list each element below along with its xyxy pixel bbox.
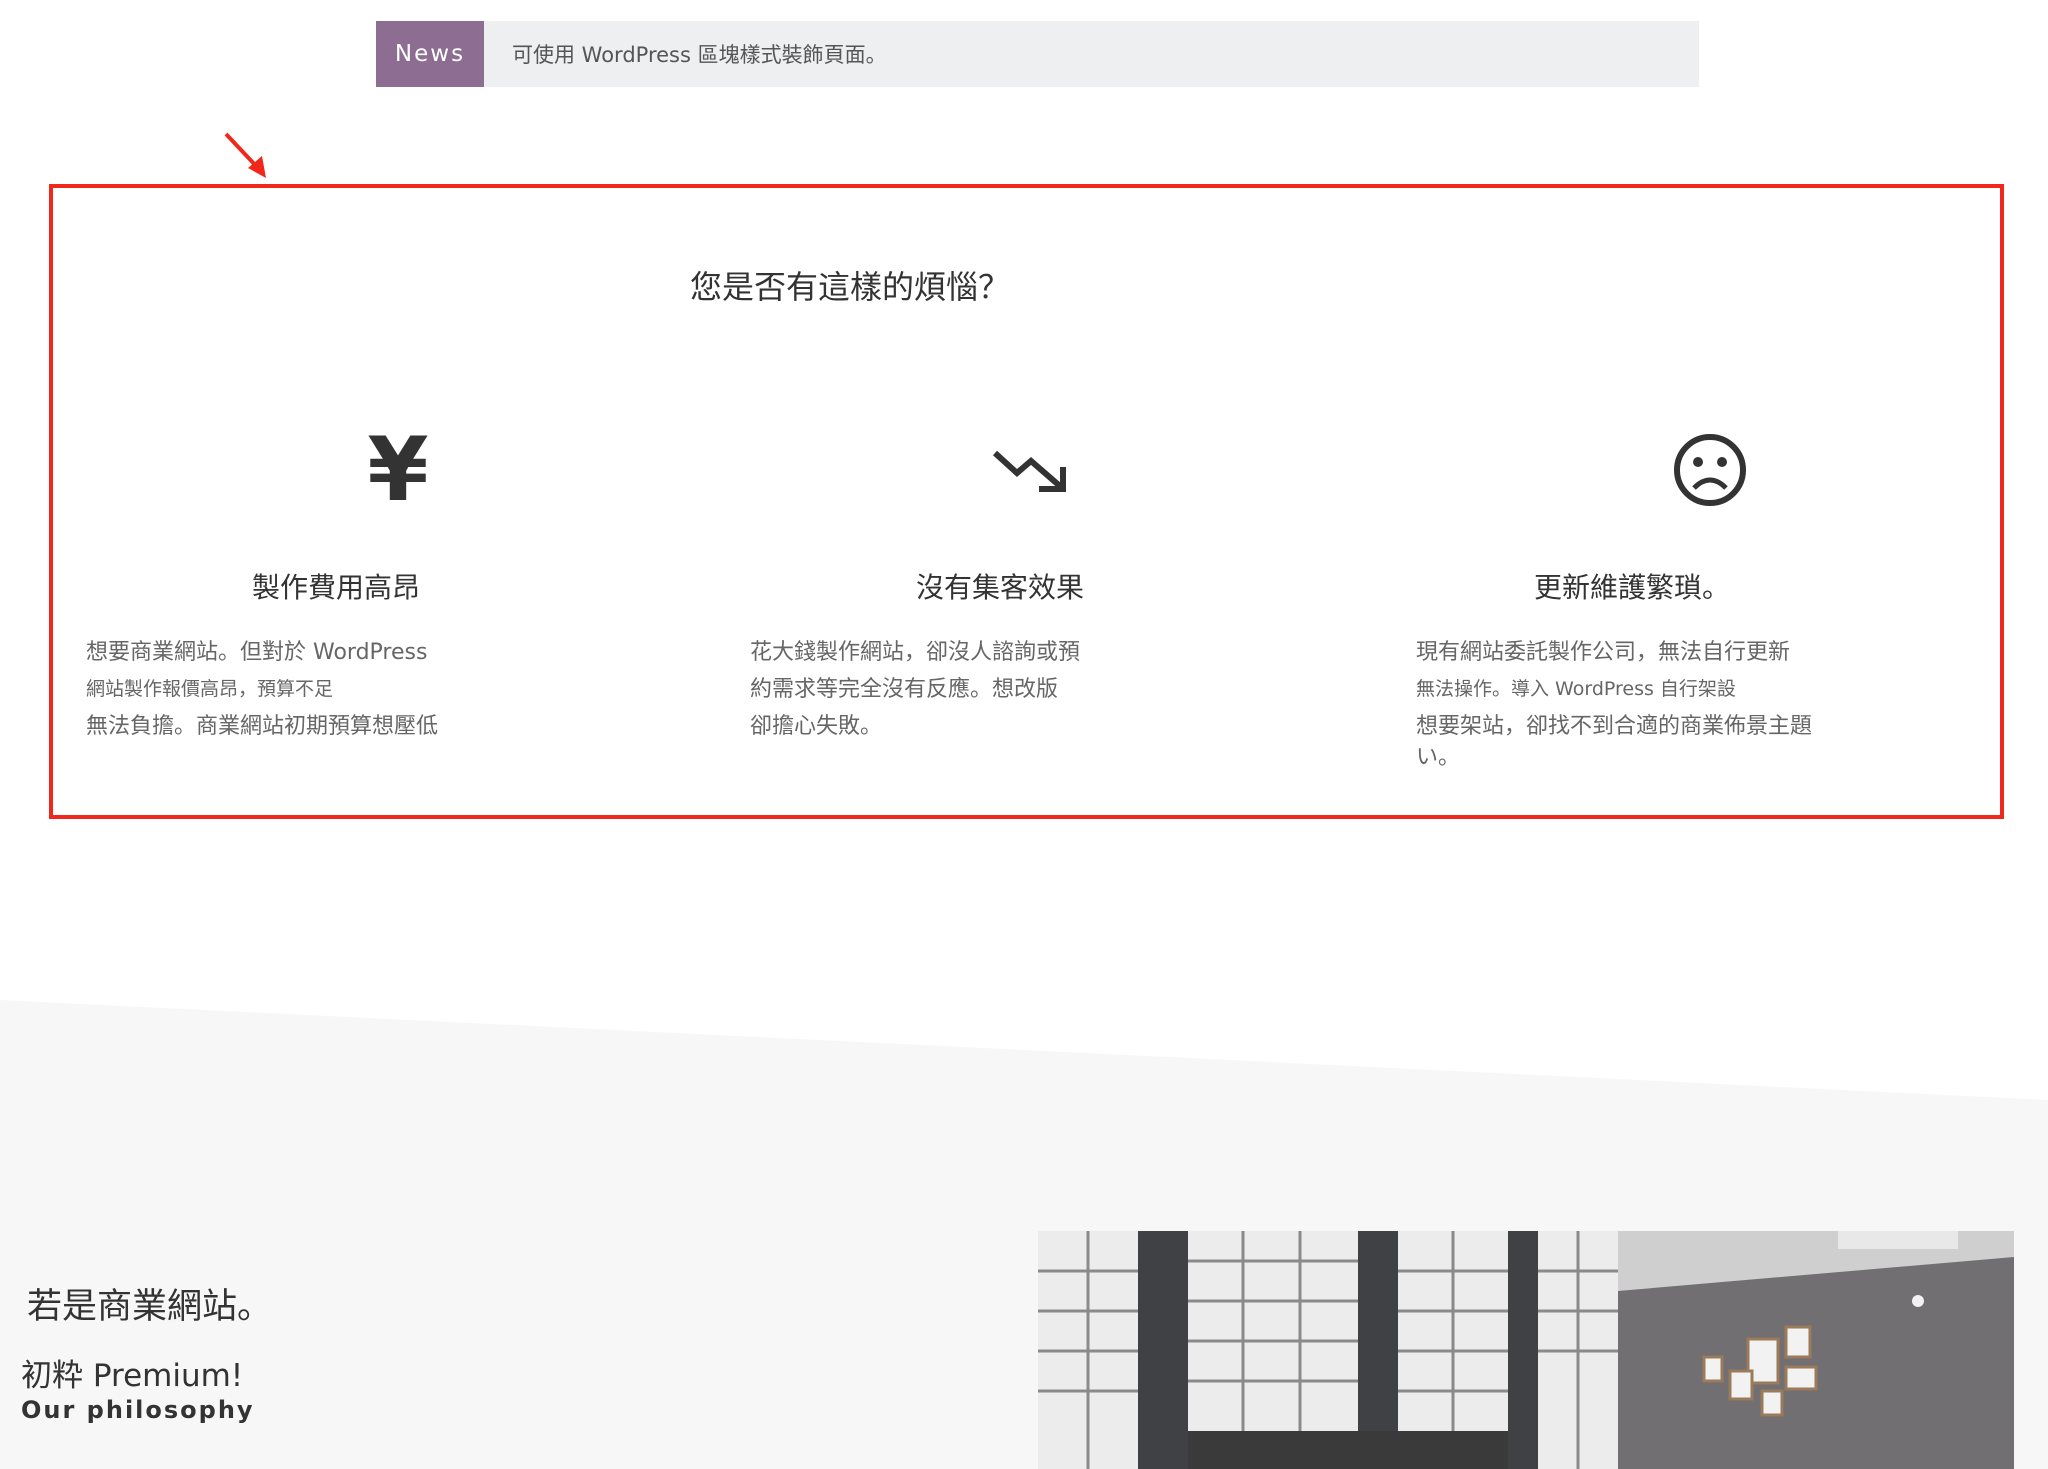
worries-title: 您是否有這樣的煩惱？	[689, 268, 1010, 306]
news-text[interactable]: 可使用 WordPress 區塊樣式裝飾頁面。	[512, 39, 887, 69]
worry-title: 更新維護繁瑣。	[1533, 571, 1730, 604]
business-heading: 若是商業網站。	[27, 1287, 273, 1327]
worry-description: 想要商業網站。但對於 WordPress 網站製作報價高昂，預算不足 無法負擔。…	[86, 640, 439, 739]
sad-face-icon	[1660, 420, 1760, 520]
worry-title: 製作費用高昂	[251, 571, 420, 604]
business-subheading: 初粋 Premium!	[21, 1358, 244, 1394]
philosophy-label: Our philosophy	[21, 1396, 255, 1424]
annotation-arrow-icon	[224, 132, 266, 178]
news-tag[interactable]: News	[376, 21, 484, 87]
office-photo	[1038, 1231, 2014, 1469]
news-bar: News 可使用 WordPress 區塊樣式裝飾頁面。	[376, 21, 1699, 87]
trend-down-icon	[990, 420, 1070, 520]
worry-title: 沒有集客效果	[915, 571, 1084, 604]
worry-description: 現有網站委託製作公司，無法自行更新 無法操作。導入 WordPress 自行架設…	[1416, 640, 1813, 770]
worry-description: 花大錢製作網站，卻沒人諮詢或預 約需求等完全沒有反應。想改版 卻擔心失敗。	[750, 640, 1081, 739]
yen-icon: ¥	[367, 418, 429, 521]
